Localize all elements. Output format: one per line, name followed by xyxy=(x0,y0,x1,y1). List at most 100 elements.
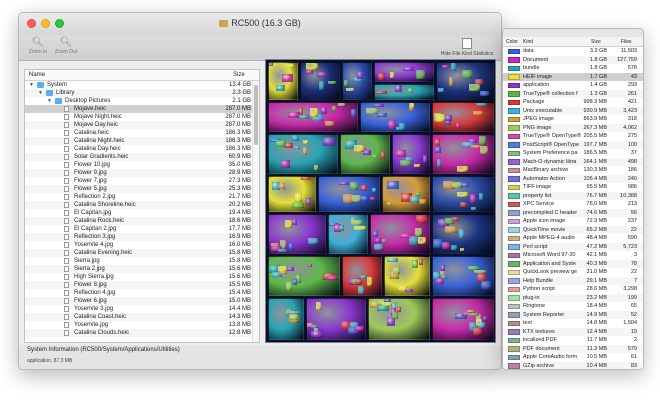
kind-color-swatch[interactable] xyxy=(508,269,520,275)
tree-file-row[interactable]: Flower 6.jpg 15.0 MB xyxy=(25,297,259,305)
treemap-cell[interactable] xyxy=(441,275,447,279)
kind-row[interactable]: XPC Service 76.0 MB 213 xyxy=(503,200,643,209)
treemap-cell[interactable] xyxy=(403,67,414,71)
kind-row[interactable]: Python script 28.6 MB 3,298 xyxy=(503,285,643,294)
tree-file-row[interactable]: Flower 7.jpg 27.3 MB xyxy=(25,177,259,185)
treemap-cell[interactable] xyxy=(292,219,297,225)
tree-file-row[interactable]: Reflection 2.jpg 21.7 MB xyxy=(25,193,259,201)
kind-color-swatch[interactable] xyxy=(508,244,520,250)
treemap-block[interactable] xyxy=(328,214,368,254)
treemap-cell[interactable] xyxy=(358,286,364,294)
tree-file-row[interactable]: Sierra 2.jpg 15.6 MB xyxy=(25,265,259,273)
kind-color-swatch[interactable] xyxy=(508,278,520,284)
treemap-cell[interactable] xyxy=(286,282,292,290)
treemap-cell[interactable] xyxy=(279,271,287,274)
zoom-in-button[interactable]: 🔍︎ Zoom In xyxy=(23,37,53,55)
color-column-header[interactable]: Color xyxy=(506,37,518,47)
treemap-cell[interactable] xyxy=(328,81,336,84)
kind-color-swatch[interactable] xyxy=(508,167,520,173)
kind-color-swatch[interactable] xyxy=(508,286,520,292)
treemap-cell[interactable] xyxy=(457,192,468,197)
treemap-cell[interactable] xyxy=(357,71,363,79)
treemap-cell[interactable] xyxy=(299,115,309,119)
treemap-cell[interactable] xyxy=(332,106,336,111)
treemap-cell[interactable] xyxy=(410,103,414,108)
kind-column-header[interactable]: Kind xyxy=(523,37,533,47)
treemap-view[interactable] xyxy=(265,59,496,343)
treemap-cell[interactable] xyxy=(416,70,425,79)
kind-color-swatch[interactable] xyxy=(508,329,520,335)
treemap-cell[interactable] xyxy=(390,72,394,78)
kind-color-swatch[interactable] xyxy=(508,235,520,241)
treemap-cell[interactable] xyxy=(306,198,311,205)
kind-color-swatch[interactable] xyxy=(508,108,520,114)
treemap-cell[interactable] xyxy=(303,140,308,144)
treemap-cell[interactable] xyxy=(400,160,411,166)
treemap-cell[interactable] xyxy=(373,231,378,237)
kind-color-swatch[interactable] xyxy=(508,99,520,105)
tree-file-row[interactable]: Catalina Coast.heic 14.3 MB xyxy=(25,313,259,321)
hide-kind-stats-button[interactable]: Hide File Kind Statistics xyxy=(437,38,497,57)
kind-color-swatch[interactable] xyxy=(508,193,520,199)
kind-color-swatch[interactable] xyxy=(508,312,520,318)
kind-color-swatch[interactable] xyxy=(508,295,520,301)
kind-color-swatch[interactable] xyxy=(508,116,520,122)
kind-color-swatch[interactable] xyxy=(508,201,520,207)
treemap-cell[interactable] xyxy=(483,316,487,321)
tree-file-row[interactable]: Yosemite 4.jpg 16.0 MB xyxy=(25,241,259,249)
kind-color-swatch[interactable] xyxy=(508,303,520,309)
tree-file-row[interactable]: Mojave Day.heic 287.0 MB xyxy=(25,121,259,129)
tree-file-row[interactable]: Mojave.heic 287.0 MB xyxy=(25,105,259,113)
treemap-cell[interactable] xyxy=(408,88,413,93)
treemap-cell[interactable] xyxy=(374,244,383,250)
treemap-cell[interactable] xyxy=(414,164,420,167)
kind-row[interactable]: text 14.8 MB 1,504 xyxy=(503,319,643,328)
treemap-cell[interactable] xyxy=(462,70,472,78)
treemap-cell[interactable] xyxy=(415,228,422,236)
treemap-cell[interactable] xyxy=(473,111,483,115)
treemap-cell[interactable] xyxy=(412,260,418,268)
treemap-cell[interactable] xyxy=(377,113,387,117)
treemap-cell[interactable] xyxy=(437,159,441,167)
tree-file-row[interactable]: Solar Gradients.heic 60.9 MB xyxy=(25,153,259,161)
treemap-cell[interactable] xyxy=(460,202,467,207)
treemap-cell[interactable] xyxy=(442,65,449,68)
treemap-cell[interactable] xyxy=(344,80,348,86)
kind-row[interactable]: PostScript® OpenType 197.7 MB 100 xyxy=(503,140,643,149)
treemap-cell[interactable] xyxy=(479,136,486,145)
tree-file-row[interactable]: Flower 9.jpg 28.9 MB xyxy=(25,169,259,177)
treemap-cell[interactable] xyxy=(352,195,361,202)
treemap-cell[interactable] xyxy=(473,327,482,335)
kind-color-swatch[interactable] xyxy=(508,261,520,267)
treemap-cell[interactable] xyxy=(292,203,304,208)
treemap-cell[interactable] xyxy=(395,85,402,92)
treemap-cell[interactable] xyxy=(468,313,479,316)
tree-file-row[interactable]: Yosemite 3.jpg 14.4 MB xyxy=(25,305,259,313)
kind-row[interactable]: GZip archive 10.4 MB 83 xyxy=(503,361,643,369)
treemap-cell[interactable] xyxy=(375,238,381,243)
kind-row[interactable]: Mach-O dynamic libra 164.1 MB 498 xyxy=(503,157,643,166)
treemap-cell[interactable] xyxy=(354,226,366,230)
treemap-cell[interactable] xyxy=(310,108,318,117)
tree-folder-row[interactable]: ▼ Library 2.3 GB xyxy=(25,89,259,97)
tree-file-row[interactable]: El Capitan 2.jpg 17.7 MB xyxy=(25,225,259,233)
treemap-cell[interactable] xyxy=(293,279,297,285)
treemap-cell[interactable] xyxy=(445,115,452,121)
tree-file-row[interactable]: Flower 10.jpg 35.0 MB xyxy=(25,161,259,169)
scroll-thumb[interactable] xyxy=(254,85,258,145)
treemap-cell[interactable] xyxy=(480,146,488,154)
treemap-cell[interactable] xyxy=(281,160,290,168)
treemap-cell[interactable] xyxy=(346,88,354,91)
kind-row[interactable]: KTX textures 12.4 MB 19 xyxy=(503,327,643,336)
treemap-cell[interactable] xyxy=(405,289,413,292)
kind-color-swatch[interactable] xyxy=(508,82,520,88)
treemap-cell[interactable] xyxy=(303,147,307,155)
disclosure-triangle-icon[interactable]: ▼ xyxy=(29,81,34,89)
treemap-cell[interactable] xyxy=(382,239,386,242)
treemap-cell[interactable] xyxy=(445,226,457,233)
treemap-cell[interactable] xyxy=(396,150,406,157)
treemap-cell[interactable] xyxy=(311,325,318,328)
treemap-cell[interactable] xyxy=(292,135,299,141)
tree-file-row[interactable]: Yosemite.jpg 13.8 MB xyxy=(25,321,259,329)
kind-row[interactable]: TIFF image 95.5 MB 986 xyxy=(503,183,643,192)
